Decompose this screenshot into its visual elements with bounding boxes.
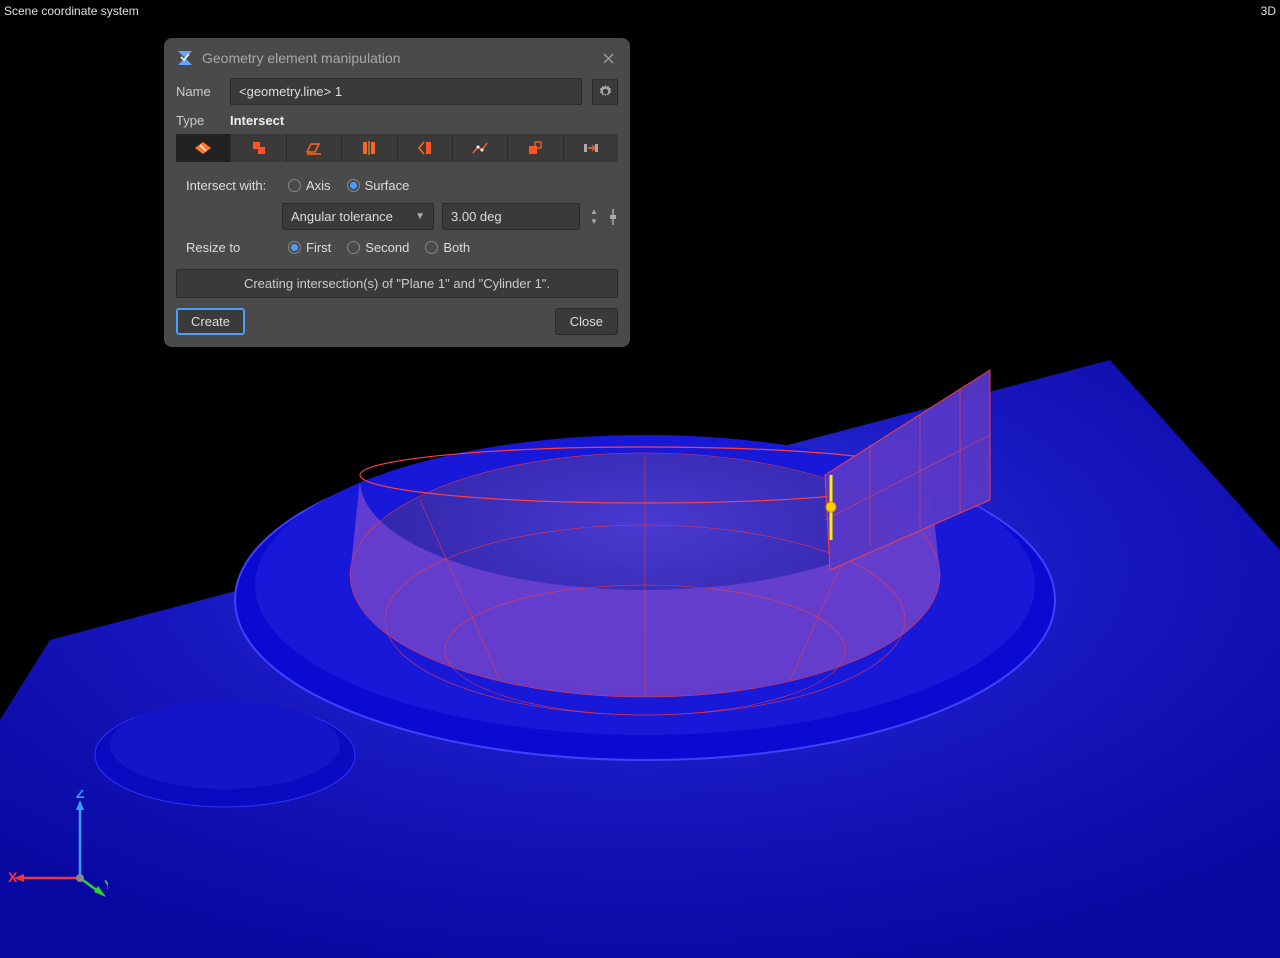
type-label: Type bbox=[176, 113, 220, 128]
intersect-surface-label: Surface bbox=[365, 178, 410, 193]
name-settings-button[interactable] bbox=[592, 79, 618, 105]
dialog-app-icon bbox=[176, 49, 194, 67]
axis-x-label: X bbox=[8, 869, 18, 885]
tolerance-mode-value: Angular tolerance bbox=[291, 209, 393, 224]
axis-gizmo[interactable]: Z X Y bbox=[8, 790, 108, 900]
geometry-manipulation-dialog: Geometry element manipulation Name Type … bbox=[164, 38, 630, 347]
intersect-axis-radio[interactable]: Axis bbox=[288, 178, 331, 193]
type-connect-button[interactable] bbox=[453, 134, 508, 162]
resize-to-label: Resize to bbox=[186, 240, 282, 255]
close-button[interactable]: Close bbox=[555, 308, 618, 335]
type-rotate-button[interactable] bbox=[398, 134, 453, 162]
resize-both-radio[interactable]: Both bbox=[425, 240, 470, 255]
status-message: Creating intersection(s) of "Plane 1" an… bbox=[176, 269, 618, 298]
intersect-axis-label: Axis bbox=[306, 178, 331, 193]
intersect-with-label: Intersect with: bbox=[186, 178, 282, 193]
resize-first-radio[interactable]: First bbox=[288, 240, 331, 255]
viewport-topbar: Scene coordinate system 3D bbox=[0, 0, 1280, 22]
resize-second-label: Second bbox=[365, 240, 409, 255]
type-button-bar bbox=[176, 134, 618, 162]
type-offset-button[interactable] bbox=[231, 134, 286, 162]
tolerance-mode-dropdown[interactable]: Angular tolerance ▼ bbox=[282, 203, 434, 230]
close-icon[interactable] bbox=[598, 48, 618, 68]
type-project-button[interactable] bbox=[287, 134, 342, 162]
dialog-header[interactable]: Geometry element manipulation bbox=[164, 38, 630, 78]
resize-first-label: First bbox=[306, 240, 331, 255]
chevron-down-icon: ▼ bbox=[415, 211, 425, 222]
axis-y-label: Y bbox=[104, 877, 108, 893]
coord-system-label: Scene coordinate system bbox=[4, 4, 139, 18]
create-button[interactable]: Create bbox=[176, 308, 245, 335]
gear-icon bbox=[598, 84, 613, 99]
dialog-title: Geometry element manipulation bbox=[202, 50, 590, 66]
axis-z-label: Z bbox=[76, 790, 85, 801]
spinner-up-button[interactable]: ▲ bbox=[588, 207, 600, 217]
resize-second-radio[interactable]: Second bbox=[347, 240, 409, 255]
type-intersect-button[interactable] bbox=[176, 134, 231, 162]
name-label: Name bbox=[176, 84, 220, 99]
intersect-surface-radio[interactable]: Surface bbox=[347, 178, 410, 193]
tolerance-value-input[interactable] bbox=[442, 203, 580, 230]
spinner-down-button[interactable]: ▼ bbox=[588, 217, 600, 227]
view-mode-label: 3D bbox=[1261, 4, 1276, 18]
slider-icon[interactable] bbox=[608, 206, 618, 228]
type-value: Intersect bbox=[230, 113, 284, 128]
type-extend-button[interactable] bbox=[564, 134, 618, 162]
resize-both-label: Both bbox=[443, 240, 470, 255]
name-input[interactable] bbox=[230, 78, 582, 105]
type-trim-button[interactable] bbox=[508, 134, 563, 162]
type-mirror-button[interactable] bbox=[342, 134, 397, 162]
